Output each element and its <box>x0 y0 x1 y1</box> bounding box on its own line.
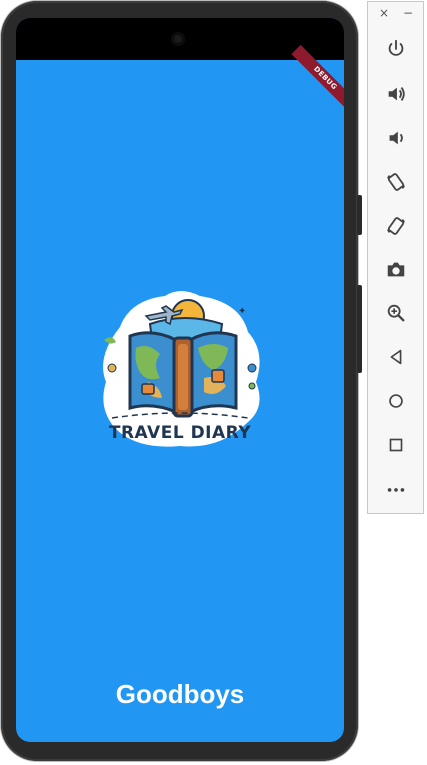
home-button[interactable] <box>382 387 410 415</box>
phone-volume-rocker <box>357 285 362 373</box>
camera-icon <box>387 262 405 277</box>
logo-text: TRAVEL DIARY <box>109 423 251 443</box>
rotate-right-icon <box>386 217 406 235</box>
more-button[interactable] <box>382 475 410 503</box>
volume-up-icon <box>388 87 405 101</box>
minimize-icon[interactable]: − <box>403 6 413 20</box>
screenshot-button[interactable] <box>382 256 410 284</box>
power-icon <box>388 39 404 56</box>
back-triangle-icon <box>390 349 402 365</box>
rotate-left-button[interactable] <box>382 168 410 196</box>
overview-square-icon <box>389 438 403 452</box>
home-circle-icon <box>389 394 403 408</box>
volume-down-icon <box>389 131 403 145</box>
front-camera <box>171 32 185 46</box>
close-icon[interactable]: × <box>379 6 389 20</box>
phone-side-button <box>357 195 362 235</box>
emulator-toolbar: × − <box>367 1 424 514</box>
rotate-right-button[interactable] <box>382 212 410 240</box>
more-dots-icon <box>387 488 405 492</box>
svg-text:✦: ✦ <box>238 306 246 317</box>
zoom-button[interactable] <box>382 299 410 327</box>
travel-diary-logo: ✦ TRAVEL DIARY <box>103 291 260 447</box>
overview-button[interactable] <box>382 431 410 459</box>
volume-down-button[interactable] <box>382 124 410 152</box>
app-screen: DEBUG ✦ TRAVEL DIARY Goodboys <box>16 18 344 742</box>
app-name-footer: Goodboys <box>115 679 245 709</box>
volume-up-button[interactable] <box>382 80 410 108</box>
back-button[interactable] <box>382 343 410 371</box>
power-button[interactable] <box>382 35 410 63</box>
zoom-icon <box>387 304 405 322</box>
rotate-left-icon <box>386 173 406 191</box>
emulator-window: DEBUG ✦ TRAVEL DIARY Goodboys × − <box>0 0 427 765</box>
